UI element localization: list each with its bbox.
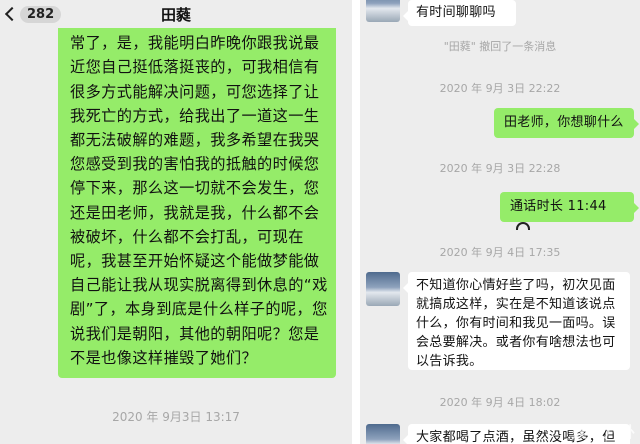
watermark: / 娱乐八卦 (559, 423, 636, 441)
sent-message-bubble[interactable]: 声音我就害怕，我觉得自己已经不正常了，是，我能明白昨晚你跟我说最近您自己挺低落挺… (58, 4, 336, 378)
received-message-bubble[interactable]: 不知道你心情好些了吗，初次见面就搞成这样，实在是不知道该说点什么，你有时间和我见… (403, 272, 630, 370)
avatar[interactable] (366, 272, 400, 306)
sent-message-text: 田老师，你想聊什么 (504, 115, 624, 130)
phone-icon (516, 221, 530, 230)
recall-notice: "田蕤" 撤回了一条消息 (443, 40, 557, 53)
chat-title: 田蕤 (160, 6, 191, 24)
message-timestamp: 2020 年 9月3日 13:17 (112, 410, 240, 424)
sent-message-bubble[interactable]: 田老师，你想聊什么 (494, 108, 639, 138)
call-record-bubble[interactable]: 通话时长 11:44 (500, 192, 639, 230)
received-message-text: 不知道你心情好些了吗，初次见面就搞成这样，实在是不知道该说点什么，你有时间和我见… (416, 278, 616, 369)
chat-header: 282 田蕤 (0, 0, 352, 28)
sent-message-text: 声音我就害怕，我觉得自己已经不正常了，是，我能明白昨晚你跟我说最近您自己挺低落挺… (70, 10, 328, 367)
received-message-text: 有时间聊聊吗 (416, 5, 496, 20)
message-timestamp: 2020 年 9月 4日 18:02 (439, 396, 561, 409)
avatar[interactable] (366, 424, 400, 444)
received-message-bubble[interactable]: 有时间聊聊吗 (403, 0, 516, 26)
call-duration-label: 通话时长 11:44 (510, 199, 607, 214)
right-chat-screenshot: 有时间聊聊吗 "田蕤" 撤回了一条消息 2020 年 9月 3日 22:22 田… (360, 0, 640, 444)
message-timestamp: 2020 年 9月 3日 22:28 (439, 162, 561, 175)
message-timestamp: 2020 年 9月 4日 17:35 (439, 246, 561, 259)
message-timestamp: 2020 年 9月 3日 22:22 (439, 82, 561, 95)
avatar[interactable] (366, 0, 400, 22)
left-chat-screenshot: 声音我就害怕，我觉得自己已经不正常了，是，我能明白昨晚你跟我说最近您自己挺低落挺… (0, 0, 352, 444)
